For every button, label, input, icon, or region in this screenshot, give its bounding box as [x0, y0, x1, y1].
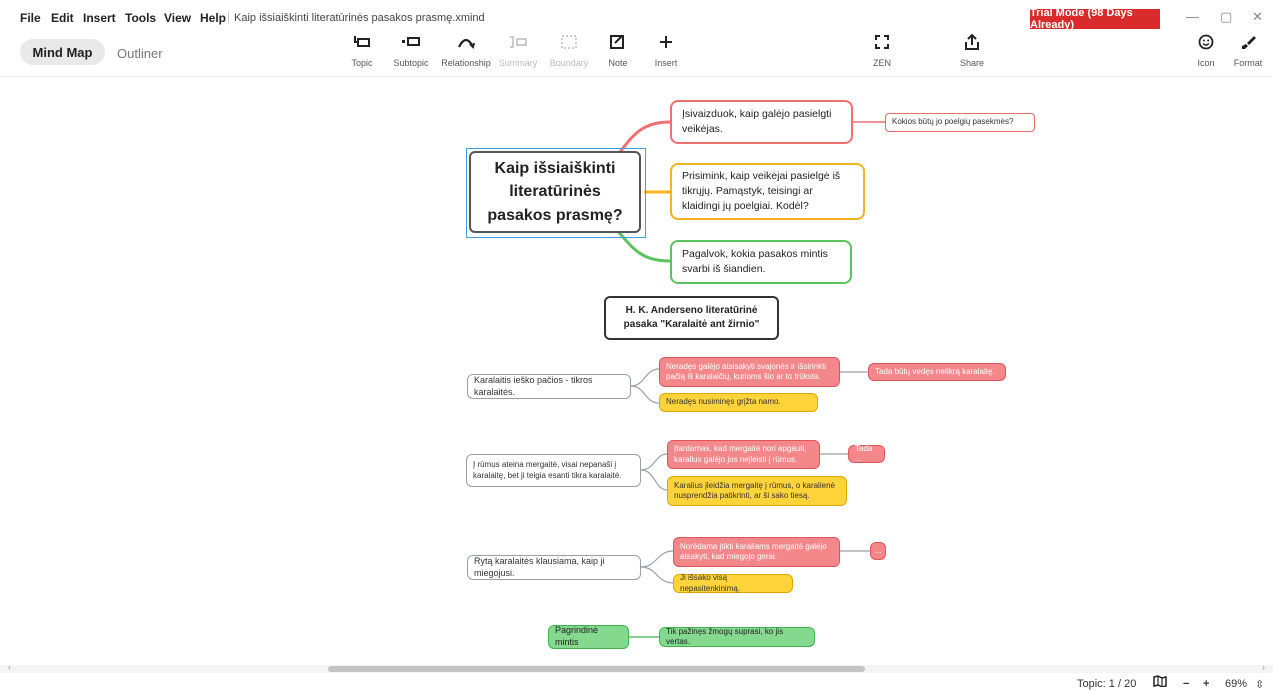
summary-icon: [508, 30, 528, 54]
link-g3-red: [640, 550, 674, 568]
mind-map-canvas[interactable]: Kaip išsiaiškinti literatūrinės pasakos …: [0, 77, 1273, 665]
group2-red-consequence[interactable]: Tada ...: [848, 444, 885, 463]
plus-icon: [658, 30, 674, 54]
zoom-in-button[interactable]: +: [1203, 678, 1209, 690]
horizontal-scrollbar-thumb[interactable]: [328, 666, 865, 672]
group2-yellow-subtopic[interactable]: Karalius įleidžia mergaitę į rūmus, o ka…: [667, 476, 847, 506]
format-label: Format: [1233, 58, 1263, 68]
note-icon: [609, 30, 627, 54]
group1-yellow-subtopic[interactable]: Neradęs nusiminęs grįžta namo.: [659, 393, 818, 412]
boundary-icon: [560, 30, 578, 54]
branch-topic-2[interactable]: Prisimink, kaip veikėjai pasielgė iš tik…: [670, 163, 865, 220]
topic-icon: [353, 30, 371, 54]
close-button[interactable]: ✕: [1252, 9, 1263, 25]
link-g3-yellow: [640, 566, 674, 584]
topic-label: Topic: [351, 58, 373, 68]
relationship-icon: [457, 30, 475, 54]
group4-subtopic[interactable]: Tik pažinęs žmogų suprasi, ko jis vertas…: [659, 627, 815, 647]
minimize-button[interactable]: —: [1186, 9, 1199, 24]
zoom-stepper-icon[interactable]: ⇳: [1255, 678, 1264, 691]
group3-red-consequence[interactable]: ...: [870, 542, 886, 560]
link-g1-yellow: [630, 385, 660, 404]
summary-label: Summary: [498, 58, 538, 68]
restore-button[interactable]: ▢: [1220, 9, 1232, 25]
zoom-out-button[interactable]: −: [1183, 678, 1189, 690]
branch-1-subtopic[interactable]: Kokios būtų jo poelgių pasekmės?: [885, 113, 1035, 132]
smiley-icon: [1198, 30, 1214, 54]
branch-topic-1[interactable]: Įsivaizduok, kaip galėjo pasielgti veikė…: [670, 100, 853, 144]
share-button[interactable]: Share: [942, 30, 1002, 68]
menu-help[interactable]: Help: [200, 11, 226, 25]
tab-mind-map[interactable]: Mind Map: [20, 39, 105, 65]
scroll-right-icon[interactable]: ›: [1262, 662, 1265, 672]
icon-label: Icon: [1197, 58, 1215, 68]
boundary-label: Boundary: [549, 58, 589, 68]
format-button[interactable]: Format: [1218, 30, 1273, 68]
insert-label: Insert: [654, 58, 678, 68]
brush-icon: [1240, 30, 1256, 54]
group2-red-subtopic[interactable]: Įtardamas, kad mergaitė nori apgauti, ka…: [667, 440, 820, 469]
group3-topic[interactable]: Rytą karalaitės klausiama, kaip ji miego…: [467, 555, 641, 580]
menu-separator: [228, 12, 229, 24]
scroll-left-icon[interactable]: ‹: [8, 662, 11, 672]
zen-icon: [874, 30, 890, 54]
share-icon: [964, 30, 980, 54]
menu-file[interactable]: File: [20, 11, 41, 25]
group1-topic[interactable]: Karalaitis ieško pačios - tikros karalai…: [467, 374, 631, 399]
group3-yellow-subtopic[interactable]: Ji išsako visą nepasitenkinimą.: [673, 573, 793, 593]
document-filename: Kaip išsiaiškinti literatūrinės pasakos …: [234, 12, 485, 24]
floating-topic[interactable]: H. K. Anderseno literatūrinė pasaka "Kar…: [604, 296, 779, 340]
trial-mode-badge[interactable]: Trial Mode (98 Days Already): [1030, 7, 1160, 31]
menu-bar: File Edit Insert Tools View Help Kaip iš…: [0, 0, 1273, 31]
topic-counter: Topic: 1 / 20: [1077, 678, 1137, 690]
subtopic-label: Subtopic: [393, 58, 429, 68]
menu-insert[interactable]: Insert: [83, 11, 116, 25]
relationship-button[interactable]: Relationship: [436, 30, 496, 68]
menu-view[interactable]: View: [164, 11, 191, 25]
subtopic-button[interactable]: Subtopic: [381, 30, 441, 68]
menu-edit[interactable]: Edit: [51, 11, 74, 25]
branch-topic-3[interactable]: Pagalvok, kokia pasakos mintis svarbi iš…: [670, 240, 852, 284]
group2-topic[interactable]: Į rūmus ateina mergaitė, visai nepanaši …: [466, 454, 641, 487]
menu-tools[interactable]: Tools: [125, 11, 156, 25]
relationship-label: Relationship: [441, 58, 491, 68]
insert-button[interactable]: Insert: [636, 30, 696, 68]
central-topic[interactable]: Kaip išsiaiškinti literatūrinės pasakos …: [469, 151, 641, 233]
link-g2-yellow: [640, 469, 668, 491]
tab-outliner[interactable]: Outliner: [117, 46, 163, 61]
share-label: Share: [959, 58, 985, 68]
link-g2-red: [640, 453, 668, 471]
group1-red-subtopic[interactable]: Neradęs galėjo atsisakyti svajonės ir iš…: [659, 357, 840, 387]
subtopic-icon: [401, 30, 421, 54]
link-g1-red: [630, 368, 660, 387]
group4-topic[interactable]: Pagrindinė mintis: [548, 625, 629, 649]
zen-label: ZEN: [873, 58, 891, 68]
group1-red-consequence[interactable]: Tada būtų vedęs netikrą karalaitę.: [868, 363, 1006, 381]
note-label: Note: [608, 58, 628, 68]
zoom-level[interactable]: 69%: [1225, 678, 1247, 690]
group3-red-subtopic[interactable]: Norėdama įtikti karaliams mergaitė galėj…: [673, 537, 840, 567]
zen-button[interactable]: ZEN: [852, 30, 912, 68]
